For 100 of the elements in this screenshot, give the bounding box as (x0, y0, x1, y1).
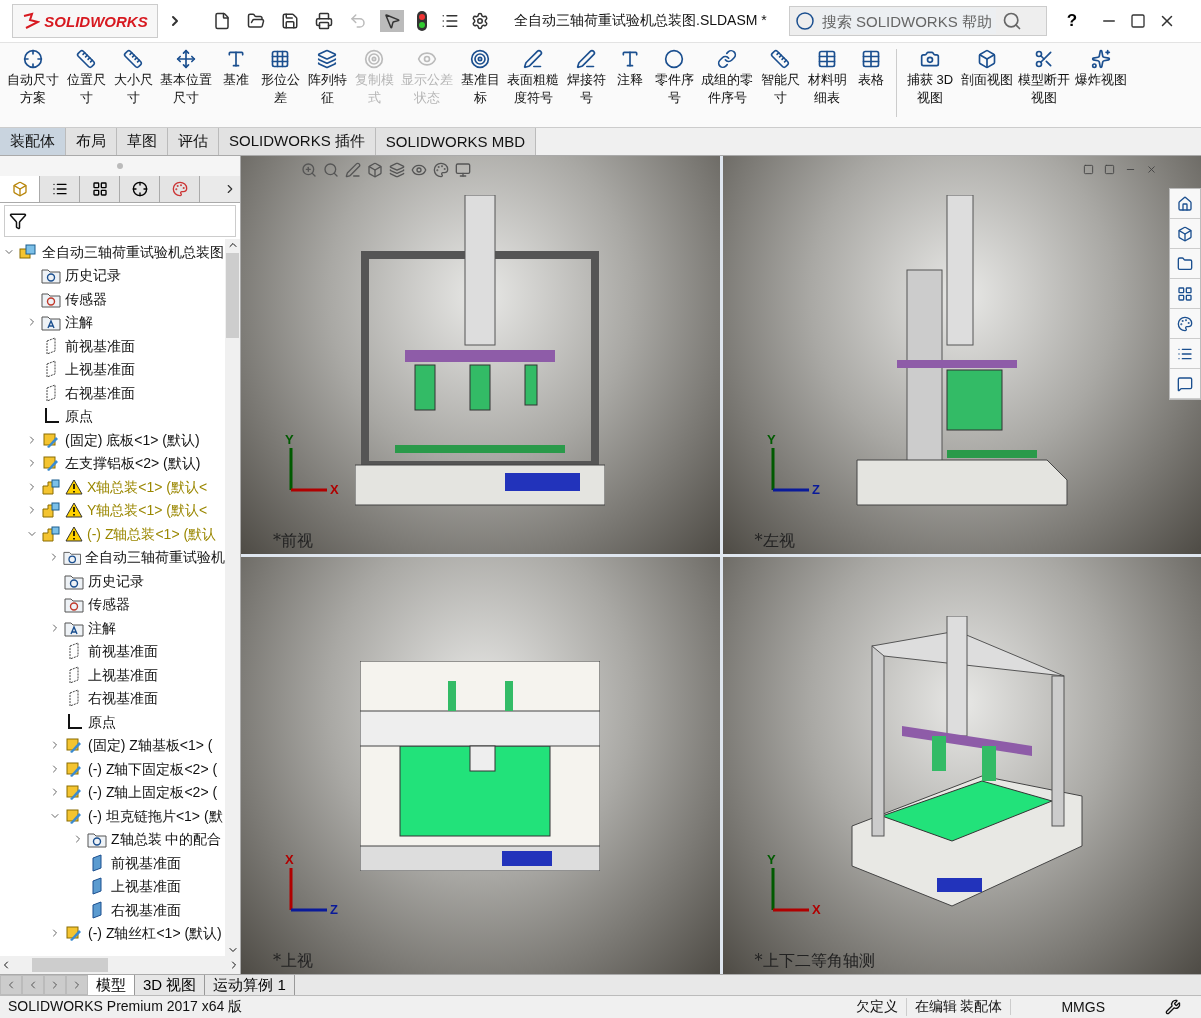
command-tab[interactable]: 装配体 (0, 128, 66, 155)
traffic-light-icon[interactable] (416, 10, 428, 32)
tree-item[interactable]: (固定) Z轴基板<1> ( (88, 736, 213, 755)
command-tab[interactable]: SOLIDWORKS MBD (375, 128, 537, 155)
table-icon (861, 49, 881, 69)
toolbar-button[interactable]: 零件序号 (651, 49, 697, 107)
toolbar-button[interactable]: 爆炸视图 (1073, 49, 1129, 89)
tree-item[interactable]: 传感器 (88, 595, 130, 614)
toolbar-button[interactable]: 位置尺寸 (63, 49, 109, 107)
part-icon (64, 736, 84, 755)
part-icon (64, 759, 84, 778)
tool-icon[interactable] (1165, 999, 1181, 1015)
toolbar-button[interactable]: 模型断开视图 (1016, 49, 1072, 107)
tree-item[interactable]: 历史记录 (65, 266, 121, 285)
monitor-icon[interactable] (455, 162, 471, 178)
toolbar-button[interactable]: 基本位置尺寸 (157, 49, 215, 107)
tree-item[interactable]: 右视基准面 (65, 383, 135, 402)
tree-item[interactable]: (-) 坦克链拖片<1> (默 (88, 806, 223, 825)
command-tab[interactable]: 布局 (66, 128, 117, 155)
tree-item[interactable]: 上视基准面 (88, 665, 158, 684)
tree-item[interactable]: (-) Z轴下固定板<2> ( (88, 759, 218, 778)
tree-item[interactable]: Y轴总装<1> (默认< (87, 501, 208, 520)
tree-item[interactable]: 原点 (88, 712, 116, 731)
model-tab[interactable]: 模型 (88, 975, 135, 995)
tree-item[interactable]: 左支撑铝板<2> (默认) (65, 454, 201, 473)
eye-icon[interactable] (411, 162, 427, 178)
annotation-folder-icon (41, 313, 61, 332)
command-tab[interactable]: 草图 (117, 128, 168, 155)
toolbar-button[interactable]: 剖面视图 (959, 49, 1015, 89)
tree-item[interactable]: (-) Z轴丝杠<1> (默认) (88, 924, 222, 943)
pen-icon[interactable] (345, 162, 361, 178)
help-button[interactable]: ? (1060, 11, 1084, 31)
subassembly-icon (41, 501, 61, 520)
search-icon[interactable] (323, 162, 339, 178)
tree-item[interactable]: 历史记录 (88, 571, 144, 590)
part-icon (64, 924, 84, 943)
tree-item[interactable]: 右视基准面 (111, 900, 181, 919)
scrollbar-thumb[interactable] (32, 958, 108, 972)
tree-item[interactable]: X轴总装<1> (默认< (87, 477, 208, 496)
axis-triad-drawing: Y X (281, 432, 345, 498)
tree-item[interactable]: Z轴总装 中的配合 (111, 830, 222, 849)
filter-icon[interactable] (9, 212, 27, 230)
window-title: 全自动三轴荷重试验机总装图.SLDASM * (514, 12, 767, 30)
palette-icon[interactable] (433, 162, 449, 178)
tree-item[interactable]: 全自动三轴荷重试验机 (85, 548, 225, 567)
target-icon (470, 49, 490, 69)
tile-icon[interactable] (1083, 164, 1094, 175)
view-label: *上视 (273, 951, 313, 972)
zoom-in-icon[interactable] (301, 162, 317, 178)
tree-item[interactable]: 前视基准面 (65, 336, 135, 355)
sensor-folder-icon (64, 595, 84, 614)
mates-folder-icon (87, 830, 107, 849)
tree-item[interactable]: 上视基准面 (111, 877, 181, 896)
tree-item[interactable]: 原点 (65, 407, 93, 426)
search-icon[interactable] (1001, 11, 1022, 31)
toolbar-button[interactable]: 成组的零件序号 (698, 49, 756, 107)
tile-icon[interactable] (1104, 164, 1115, 175)
letter-icon (620, 49, 640, 69)
tree-item[interactable]: 前视基准面 (111, 853, 181, 872)
toolbar-button[interactable]: 阵列特征 (304, 49, 350, 107)
toolbar-button[interactable]: 表面粗糙度符号 (504, 49, 562, 107)
cube-icon[interactable] (367, 162, 383, 178)
tree-item[interactable]: 传感器 (65, 289, 107, 308)
select-pointer-icon[interactable] (380, 10, 404, 32)
toolbar-button[interactable]: 材料明细表 (804, 49, 850, 107)
tree-item[interactable]: (-) Z轴总装<1> (默认 (87, 524, 217, 543)
tree-item[interactable]: (固定) 底板<1> (默认) (65, 430, 200, 449)
tree-item[interactable]: 右视基准面 (88, 689, 158, 708)
splitter-handle[interactable] (117, 163, 123, 169)
view-label: *左视 (754, 531, 795, 552)
tree-item[interactable]: 上视基准面 (65, 360, 135, 379)
subassembly-icon (41, 477, 61, 496)
property-list-icon[interactable] (51, 181, 68, 197)
toolbar-button[interactable]: 焊接符号 (563, 49, 609, 107)
axis-triad-drawing: X Z (281, 852, 345, 918)
units-selector[interactable]: MMGS (1010, 999, 1165, 1015)
view-label: *前视 (273, 531, 313, 552)
toolbar-button[interactable]: 形位公差 (257, 49, 303, 107)
tree-item[interactable]: 注解 (65, 313, 93, 332)
tree-item[interactable]: 注解 (88, 618, 116, 637)
tree-item[interactable]: 全自动三轴荷重试验机总装图 (42, 242, 224, 261)
layers-icon[interactable] (389, 162, 405, 178)
toolbar-button[interactable]: 自动尺寸方案 (4, 49, 62, 107)
toolbar-button[interactable]: 大小尺寸 (110, 49, 156, 107)
part-icon (64, 783, 84, 802)
toolbar-button[interactable]: 注释 (610, 49, 650, 89)
balloon-icon (664, 49, 684, 69)
tree-item[interactable]: (-) Z轴上固定板<2> ( (88, 783, 218, 802)
subassembly-icon (41, 524, 61, 543)
toolbar-button[interactable]: 捕获 3D 视图 (902, 49, 958, 107)
toolbar-button[interactable]: 基准 (216, 49, 256, 89)
toolbar-button[interactable]: 基准目标 (457, 49, 503, 107)
command-tab[interactable]: 评估 (168, 128, 219, 155)
toolbar-button[interactable]: 表格 (851, 49, 891, 89)
camera-icon (920, 49, 940, 69)
command-tab[interactable]: SOLIDWORKS 插件 (219, 128, 376, 155)
scrollbar-thumb[interactable] (226, 253, 239, 338)
search-field[interactable]: 搜索 SOLIDWORKS 帮助 (788, 6, 1047, 36)
toolbar-button[interactable]: 智能尺寸 (757, 49, 803, 107)
tree-item[interactable]: 前视基准面 (88, 642, 158, 661)
